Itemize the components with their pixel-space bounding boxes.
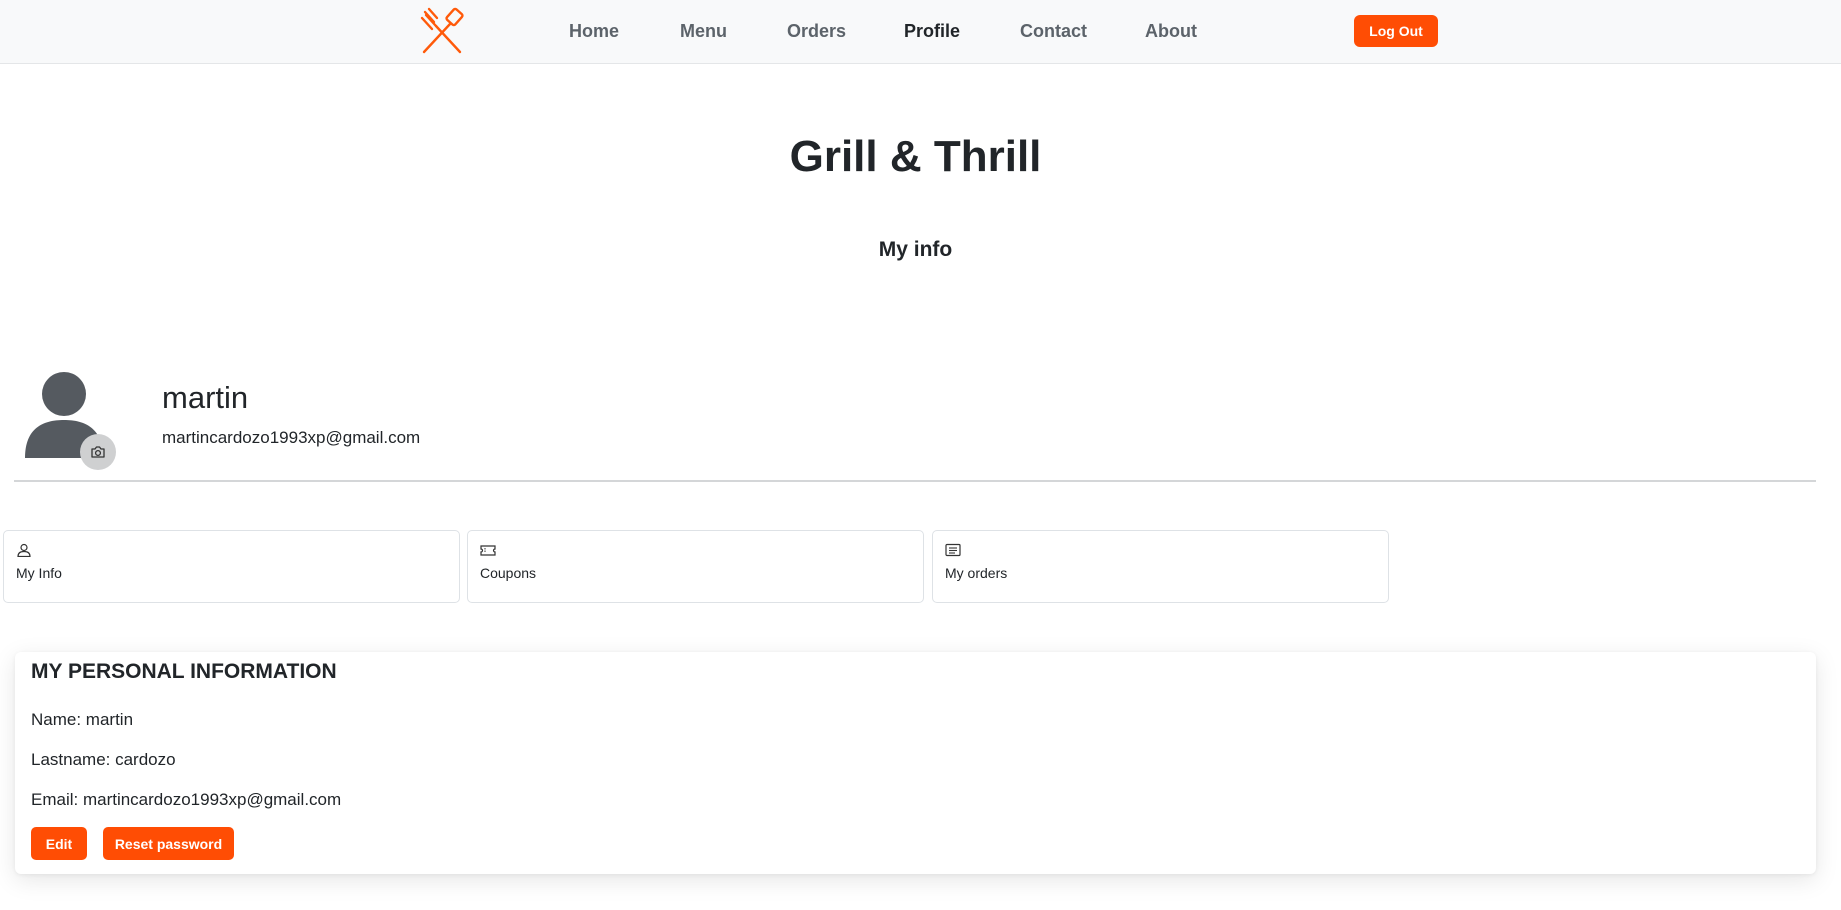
profile-email: martincardozo1993xp@gmail.com	[162, 428, 421, 447]
nav-links: Home Menu Orders Profile Contact About	[0, 0, 1841, 64]
nav-link-about[interactable]: About	[1145, 21, 1197, 42]
navbar: Home Menu Orders Profile Contact About L…	[0, 0, 1841, 64]
logout-button[interactable]: Log Out	[1354, 15, 1438, 47]
tab-coupons[interactable]: Coupons	[467, 530, 924, 603]
ticket-icon	[480, 545, 496, 556]
nav-link-contact[interactable]: Contact	[1020, 21, 1087, 42]
tab-label: My orders	[945, 565, 1008, 581]
camera-button[interactable]	[80, 434, 116, 470]
nav-link-orders[interactable]: Orders	[787, 21, 846, 42]
profile-name: martin	[162, 380, 249, 415]
divider	[14, 480, 1816, 482]
nav-link-menu[interactable]: Menu	[680, 21, 727, 42]
person-icon	[17, 543, 31, 557]
tab-my-info[interactable]: My Info	[3, 530, 460, 603]
personal-info-card: MY PERSONAL INFORMATION Name: martin Las…	[15, 652, 1816, 874]
list-icon	[945, 543, 961, 557]
personal-info-heading: MY PERSONAL INFORMATION	[31, 660, 337, 683]
section-title: My info	[878, 238, 953, 261]
info-email: Email: martincardozo1993xp@gmail.com	[31, 790, 342, 809]
edit-button[interactable]: Edit	[31, 827, 87, 860]
nav-link-profile[interactable]: Profile	[904, 21, 960, 42]
reset-password-button[interactable]: Reset password	[103, 827, 234, 860]
tab-my-orders[interactable]: My orders	[932, 530, 1389, 603]
site-title: Grill & Thrill	[789, 132, 1042, 181]
info-name: Name: martin	[31, 710, 134, 729]
info-lastname: Lastname: cardozo	[31, 750, 176, 769]
tab-label: Coupons	[480, 565, 537, 581]
tab-label: My Info	[16, 565, 62, 581]
camera-icon	[91, 446, 105, 458]
nav-link-home[interactable]: Home	[569, 21, 619, 42]
